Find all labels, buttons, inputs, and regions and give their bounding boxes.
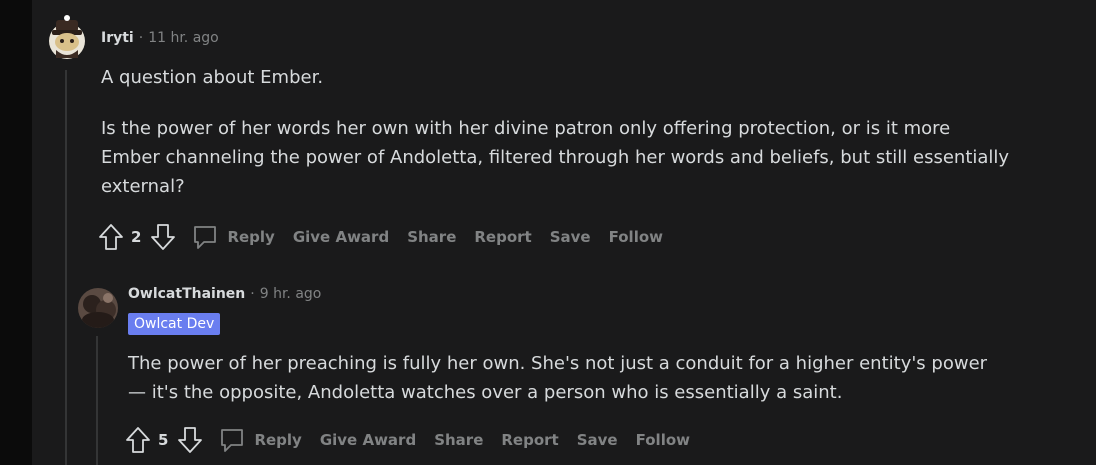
meta-separator: · <box>138 30 144 46</box>
reply-button[interactable]: Reply <box>191 223 275 251</box>
report-button[interactable]: Report <box>474 228 531 246</box>
thread-line-comment-1[interactable] <box>65 70 67 465</box>
comment-bubble-icon <box>191 223 219 251</box>
comment-paragraph: A question about Ember. <box>101 67 324 88</box>
give-award-button[interactable]: Give Award <box>293 228 389 246</box>
comment-2-body: The power of her preaching is fully her … <box>128 349 988 407</box>
save-button[interactable]: Save <box>577 431 618 449</box>
timestamp[interactable]: 11 hr. ago <box>148 30 219 46</box>
upvote-icon[interactable] <box>124 425 152 455</box>
report-button[interactable]: Report <box>501 431 558 449</box>
reply-label: Reply <box>254 431 302 449</box>
downvote-icon[interactable] <box>176 425 204 455</box>
meta-separator: · <box>250 286 255 302</box>
user-flair: Owlcat Dev <box>128 313 221 335</box>
give-award-button[interactable]: Give Award <box>320 431 416 449</box>
reply-label: Reply <box>227 228 275 246</box>
follow-button[interactable]: Follow <box>609 228 663 246</box>
author-name[interactable]: OwlcatThainen <box>128 286 245 302</box>
downvote-icon[interactable] <box>149 222 177 252</box>
vote-score: 5 <box>158 431 169 449</box>
comment-1-actions: 2 Reply Give Award Share Report Save Fol… <box>97 222 663 252</box>
share-button[interactable]: Share <box>434 431 483 449</box>
comment-2-meta: OwlcatThainen · 9 hr. ago <box>128 286 321 302</box>
vote-score: 2 <box>131 228 142 246</box>
upvote-icon[interactable] <box>97 222 125 252</box>
avatar[interactable] <box>46 14 88 62</box>
thread-line-comment-2[interactable] <box>96 336 98 465</box>
timestamp[interactable]: 9 hr. ago <box>260 286 322 302</box>
comment-2-actions: 5 Reply Give Award Share Report Save Fol… <box>124 425 690 455</box>
save-button[interactable]: Save <box>550 228 591 246</box>
comment-paragraph: Is the power of her words her own with h… <box>101 118 1010 197</box>
share-button[interactable]: Share <box>407 228 456 246</box>
comment-bubble-icon <box>218 426 246 454</box>
comment-1-body: A question about Ember. Is the power of … <box>101 63 1011 201</box>
comment-paragraph: The power of her preaching is fully her … <box>128 353 988 403</box>
avatar[interactable] <box>78 288 118 328</box>
left-gutter <box>0 0 32 465</box>
follow-button[interactable]: Follow <box>636 431 690 449</box>
reply-button[interactable]: Reply <box>218 426 302 454</box>
author-name[interactable]: Iryti <box>101 30 134 46</box>
comment-1-meta: Iryti · 11 hr. ago <box>101 30 219 46</box>
